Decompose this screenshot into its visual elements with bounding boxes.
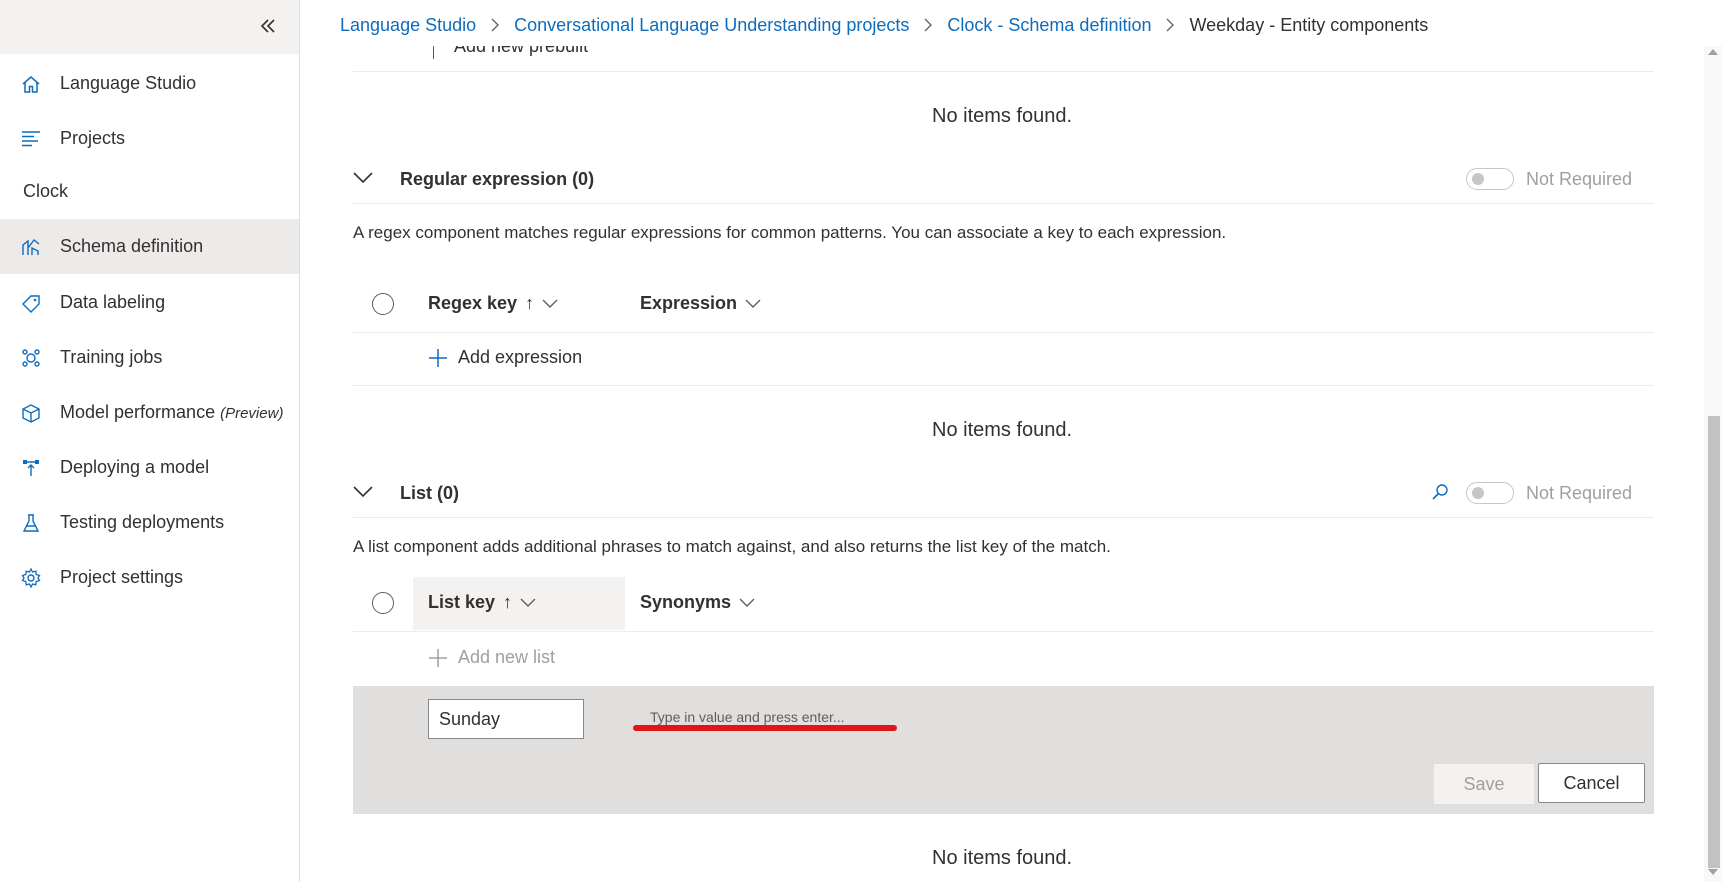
- list-select-all-radio[interactable]: [372, 592, 394, 614]
- divider: [353, 631, 1654, 632]
- breadcrumb-current-page: Weekday - Entity components: [1189, 14, 1429, 35]
- column-label: Regex key: [428, 293, 518, 313]
- sidebar-item-projects[interactable]: Projects: [0, 111, 299, 166]
- sidebar-item-label: Training jobs: [60, 347, 163, 367]
- divider: [353, 332, 1654, 333]
- synonyms-column-header[interactable]: Synonyms: [640, 592, 755, 613]
- list-icon: [22, 131, 40, 147]
- sidebar-item-language-studio[interactable]: Language Studio: [0, 56, 299, 111]
- column-label: Synonyms: [640, 592, 732, 612]
- home-icon: [22, 76, 40, 93]
- column-label: List key: [428, 592, 496, 612]
- breadcrumb-language-studio[interactable]: Language Studio: [340, 15, 476, 36]
- toggle-knob: [1472, 173, 1484, 185]
- sidebar-item-schema-definition[interactable]: Schema definition: [0, 219, 299, 274]
- sidebar-item-deploying-a-model[interactable]: Deploying a model: [0, 440, 299, 495]
- list-key-column-header[interactable]: List key ↑: [428, 592, 536, 613]
- project-name-heading: Clock: [23, 181, 69, 201]
- add-new-prebuilt-label: Add new prebuilt: [454, 46, 588, 57]
- cube-icon: [22, 404, 40, 423]
- breadcrumb: Language Studio Conversational Language …: [340, 12, 1428, 38]
- divider: [353, 203, 1654, 204]
- sidebar-item-label-group: Model performance (Preview): [60, 402, 283, 423]
- prebuilt-add-row-clip: Add new prebuilt: [353, 46, 1654, 64]
- schema-icon: [22, 239, 40, 255]
- regex-required-toggle[interactable]: [1466, 168, 1514, 190]
- divider: [353, 517, 1654, 518]
- sidebar-item-data-labeling[interactable]: Data labeling: [0, 275, 299, 330]
- regex-section-title: Regular expression (0): [400, 169, 595, 189]
- chevron-down-icon: [353, 486, 373, 498]
- chevron-down-icon: [542, 299, 558, 308]
- scroll-up-arrow-icon: [1708, 49, 1718, 55]
- plus-icon: [433, 46, 434, 59]
- regex-collapse-toggle[interactable]: [352, 170, 374, 186]
- preview-tag: (Preview): [220, 405, 284, 422]
- add-expression-label: Add expression: [458, 347, 583, 367]
- cancel-button[interactable]: Cancel: [1538, 763, 1645, 803]
- add-new-prebuilt-button[interactable]: Add new prebuilt: [433, 46, 588, 59]
- add-expression-button[interactable]: Add expression: [428, 347, 582, 368]
- double-chevron-left-icon: [260, 19, 275, 33]
- regex-select-all-radio[interactable]: [372, 293, 394, 315]
- sort-ascending-icon: ↑: [503, 592, 513, 612]
- chevron-right-icon: [1167, 18, 1175, 32]
- sidebar-item-label: Data labeling: [60, 292, 166, 312]
- list-required-toggle[interactable]: [1466, 482, 1514, 504]
- sidebar-item-label: Projects: [60, 128, 126, 148]
- plus-icon: [429, 648, 447, 667]
- plus-icon: [429, 348, 447, 367]
- search-icon: [1432, 484, 1448, 500]
- sidebar: Language Studio Projects Clock Schema de…: [0, 0, 300, 882]
- tag-icon: [22, 295, 40, 313]
- list-empty-message: No items found.: [932, 847, 1073, 869]
- flask-icon: [22, 514, 40, 532]
- list-toggle-label: Not Required: [1526, 483, 1633, 503]
- list-section-title: List (0): [400, 483, 460, 503]
- sidebar-item-label: Project settings: [60, 567, 184, 587]
- sidebar-item-project-settings[interactable]: Project settings: [0, 550, 299, 605]
- save-button[interactable]: Save: [1434, 764, 1534, 804]
- chevron-down-icon: [739, 598, 755, 607]
- sidebar-item-label: Schema definition: [60, 236, 204, 256]
- sidebar-item-label: Testing deployments: [60, 512, 225, 532]
- chevron-down-icon: [520, 598, 536, 607]
- regex-empty-message: No items found.: [932, 419, 1073, 441]
- chevron-right-icon: [924, 18, 933, 32]
- column-label: Expression: [640, 293, 738, 313]
- training-icon: [22, 349, 40, 367]
- regex-description: A regex component matches regular expres…: [353, 223, 1227, 242]
- scroll-down-arrow-icon: [1708, 869, 1718, 875]
- list-description: A list component adds additional phrases…: [353, 537, 1111, 556]
- add-new-list-button[interactable]: Add new list: [428, 647, 555, 668]
- toggle-knob: [1472, 487, 1484, 499]
- chevron-down-icon: [353, 172, 373, 184]
- gear-icon: [21, 567, 41, 589]
- chevron-down-icon: [745, 299, 761, 308]
- chevron-right-icon: [491, 18, 500, 32]
- breadcrumb-clu-projects[interactable]: Conversational Language Understanding pr…: [514, 15, 909, 36]
- scrollbar-thumb[interactable]: [1708, 416, 1720, 868]
- sidebar-item-training-jobs[interactable]: Training jobs: [0, 330, 299, 385]
- sort-ascending-icon: ↑: [525, 293, 535, 313]
- divider: [353, 385, 1654, 386]
- regex-key-column-header[interactable]: Regex key ↑: [428, 293, 558, 314]
- list-key-input[interactable]: [428, 699, 584, 739]
- sidebar-item-label: Language Studio: [60, 73, 197, 93]
- sidebar-item-label: Deploying a model: [60, 457, 210, 477]
- add-new-list-label: Add new list: [458, 647, 556, 667]
- list-collapse-toggle[interactable]: [352, 484, 374, 500]
- sidebar-item-label: Model performance: [60, 402, 216, 422]
- deploy-icon: [23, 460, 39, 476]
- prebuilt-empty-message: No items found.: [932, 105, 1073, 127]
- expression-column-header[interactable]: Expression: [640, 293, 761, 314]
- red-annotation-underline: [633, 725, 897, 731]
- collapse-sidebar-button[interactable]: [254, 12, 282, 40]
- regex-toggle-label: Not Required: [1526, 169, 1633, 189]
- breadcrumb-schema-definition[interactable]: Clock - Schema definition: [947, 15, 1151, 36]
- list-search-button[interactable]: [1431, 483, 1449, 501]
- sidebar-item-model-performance[interactable]: Model performance (Preview): [0, 385, 299, 440]
- divider: [353, 71, 1654, 72]
- sidebar-item-testing-deployments[interactable]: Testing deployments: [0, 495, 299, 550]
